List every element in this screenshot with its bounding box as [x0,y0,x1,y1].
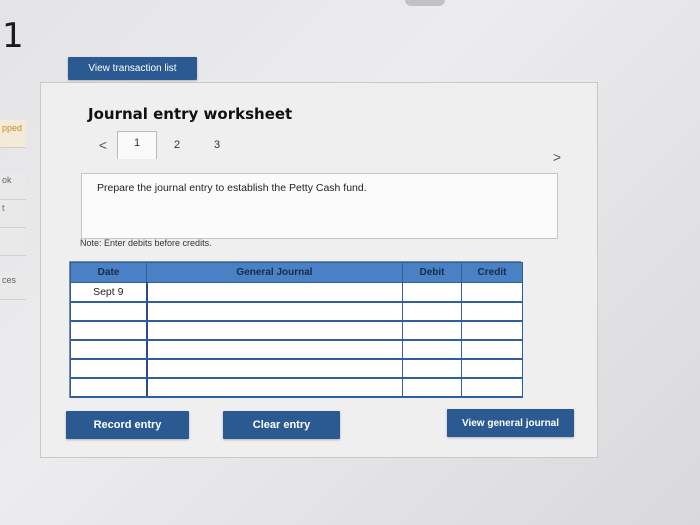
credit-cell[interactable] [461,358,523,379]
prev-arrow-icon[interactable]: < [89,137,117,159]
credit-cell[interactable] [461,339,523,360]
account-cell[interactable] [145,301,403,322]
header-debit: Debit [402,262,462,283]
left-rail: pped ok t ces [0,120,26,320]
account-cell[interactable] [145,377,403,398]
header-date: Date [70,262,147,283]
credit-cell[interactable] [461,282,523,303]
table-row: Sept 9 [70,282,523,303]
clear-entry-button[interactable]: Clear entry [223,411,340,439]
view-general-journal-button[interactable]: View general journal [447,409,574,437]
credit-cell[interactable] [461,301,523,322]
note-text: Note: Enter debits before credits. [80,238,212,248]
worksheet-tabs: < 1 2 3 [89,131,237,159]
debit-cell[interactable] [402,301,462,322]
header-credit: Credit [461,262,523,283]
debit-cell[interactable] [402,358,462,379]
rail-item-print[interactable]: t [0,200,26,228]
date-cell[interactable] [70,358,147,379]
date-cell[interactable] [70,301,147,322]
tab-1[interactable]: 1 [117,131,157,159]
date-cell[interactable] [70,377,147,398]
rail-item-status[interactable]: pped [0,120,26,148]
journal-entry-worksheet: Journal entry worksheet < 1 2 3 > Prepar… [40,82,598,458]
account-cell[interactable] [145,282,403,303]
top-edge-smudge [405,0,445,6]
account-cell[interactable] [145,320,403,341]
next-arrow-icon[interactable]: > [553,149,561,165]
header-general-journal: General Journal [146,262,403,283]
tab-3[interactable]: 3 [197,133,237,159]
debit-cell[interactable] [402,339,462,360]
record-entry-button[interactable]: Record entry [66,411,189,439]
date-cell[interactable]: Sept 9 [70,282,147,303]
question-number: 1 [2,16,24,56]
account-cell[interactable] [145,339,403,360]
table-row [70,377,523,398]
date-cell[interactable] [70,339,147,360]
journal-table: Date General Journal Debit Credit Sept 9 [69,261,523,398]
credit-cell[interactable] [461,320,523,341]
table-row [70,339,523,360]
rail-item-references[interactable]: ces [0,272,26,300]
debit-cell[interactable] [402,282,462,303]
rail-item-book[interactable]: ok [0,172,26,200]
date-cell[interactable] [70,320,147,341]
credit-cell[interactable] [461,377,523,398]
prompt-box: Prepare the journal entry to establish t… [81,173,558,239]
debit-cell[interactable] [402,320,462,341]
rail-item-blank[interactable] [0,228,26,256]
view-transaction-list-button[interactable]: View transaction list [68,57,197,80]
account-cell[interactable] [145,358,403,379]
table-row [70,320,523,341]
prompt-text: Prepare the journal entry to establish t… [97,182,367,194]
tab-2[interactable]: 2 [157,133,197,159]
debit-cell[interactable] [402,377,462,398]
worksheet-title: Journal entry worksheet [88,105,293,123]
table-row [70,301,523,322]
table-row [70,358,523,379]
